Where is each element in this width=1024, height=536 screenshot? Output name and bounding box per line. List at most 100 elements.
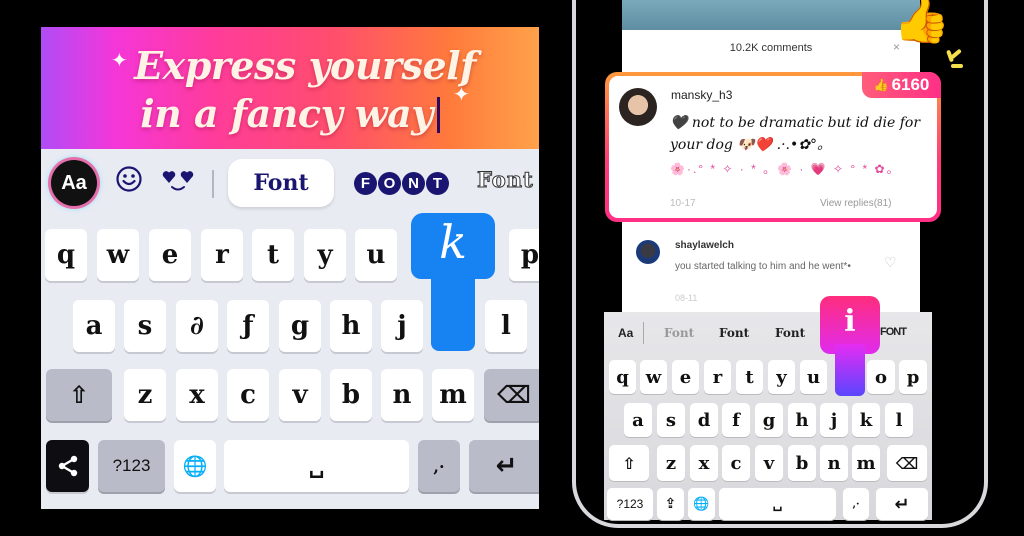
punctuation-key[interactable]: ,·	[418, 440, 460, 492]
upload-key[interactable]: ⇪	[657, 488, 684, 520]
key-d[interactable]: ∂	[176, 300, 218, 352]
keyboard-toolbar: Aa Font FONT Font	[41, 153, 539, 213]
key-p[interactable]: p	[509, 229, 539, 281]
comment-text: 🖤 not to be dramatic but id die for your…	[670, 115, 921, 153]
key-p[interactable]: p	[899, 360, 927, 394]
comments-count: 10.2K comments	[729, 42, 813, 54]
font-style-circled[interactable]: FONT	[354, 166, 449, 200]
key-n[interactable]: n	[820, 445, 848, 481]
key-x[interactable]: x	[176, 369, 218, 421]
key-c[interactable]: c	[227, 369, 269, 421]
key-m[interactable]: m	[852, 445, 880, 481]
key-z[interactable]: z	[657, 445, 685, 481]
key-w[interactable]: w	[640, 360, 667, 394]
font-style-option[interactable]: Font	[775, 326, 805, 340]
punctuation-key[interactable]: ,·	[843, 488, 869, 520]
comment-username[interactable]: shaylawelch	[675, 240, 734, 251]
key-v[interactable]: v	[279, 369, 321, 421]
key-a[interactable]: a	[624, 403, 652, 437]
font-style-option[interactable]: FONT	[880, 326, 907, 338]
globe-key[interactable]: 🌐	[688, 488, 715, 520]
font-style-option[interactable]: Font	[719, 326, 749, 340]
key-k[interactable]: k	[852, 403, 880, 437]
key-j[interactable]: j	[820, 403, 848, 437]
key-x[interactable]: x	[690, 445, 718, 481]
key-r[interactable]: r	[704, 360, 731, 394]
key-e[interactable]: e	[149, 229, 191, 281]
like-icon: 👍	[873, 78, 889, 92]
fancy-keyboard-preview: ✦ ✦ Express yourself in a fancy way Aa F…	[41, 27, 539, 509]
key-e[interactable]: e	[672, 360, 699, 394]
smiley-icon[interactable]	[115, 165, 143, 193]
headline-line-2: in a fancy way	[41, 91, 539, 136]
key-n[interactable]: n	[381, 369, 423, 421]
key-g[interactable]: g	[755, 403, 783, 437]
shift-key[interactable]: ⇧	[609, 445, 649, 481]
backspace-key[interactable]: ⌫	[887, 445, 927, 481]
share-icon	[58, 455, 77, 477]
headline-line-1: Express yourself	[134, 43, 476, 88]
key-f[interactable]: ƒ	[227, 300, 269, 352]
key-q[interactable]: q	[609, 360, 636, 394]
key-t[interactable]: t	[252, 229, 294, 281]
like-count: 6160	[891, 75, 930, 94]
key-h[interactable]: h	[330, 300, 372, 352]
font-style-serif[interactable]: Font	[228, 159, 334, 207]
comment-time: 08-11	[675, 293, 698, 303]
space-key[interactable]: ␣	[224, 440, 409, 492]
key-s[interactable]: s	[657, 403, 685, 437]
font-style-option[interactable]: Font	[664, 326, 694, 340]
symbols-key[interactable]: ?123	[98, 440, 165, 492]
avatar[interactable]	[636, 240, 660, 264]
like-icon[interactable]: ♡	[884, 254, 897, 271]
text-cursor	[436, 97, 440, 133]
like-count-badge[interactable]: 👍 6160	[862, 72, 941, 98]
key-b[interactable]: b	[330, 369, 372, 421]
key-popup-k: k	[411, 213, 495, 353]
key-f[interactable]: f	[722, 403, 750, 437]
key-r[interactable]: r	[201, 229, 243, 281]
comment-text: you started talking to him and he went*•	[675, 261, 851, 272]
popup-letter: i	[844, 304, 856, 339]
comment-decoration: 🌸·.° * ✧ · * 。🌸 · 💗 ✧ ° * ✿。	[670, 162, 901, 176]
heart-eyes-icon[interactable]	[161, 169, 195, 193]
avatar[interactable]	[619, 88, 657, 126]
space-key[interactable]: ␣	[719, 488, 836, 520]
toolbar-divider	[643, 322, 644, 344]
key-h[interactable]: h	[788, 403, 816, 437]
comment-time: 10-17	[670, 198, 696, 209]
shift-key[interactable]: ⇧	[46, 369, 112, 421]
enter-key[interactable]: ↵	[469, 440, 539, 492]
comment-username[interactable]: mansky_h3	[671, 88, 732, 102]
thumbs-up-icon: 👍	[893, 0, 951, 45]
backspace-key[interactable]: ⌫	[484, 369, 539, 421]
key-c[interactable]: c	[722, 445, 750, 481]
key-u[interactable]: u	[355, 229, 397, 281]
key-d[interactable]: d	[690, 403, 718, 437]
key-q[interactable]: q	[45, 229, 87, 281]
key-z[interactable]: z	[124, 369, 166, 421]
key-s[interactable]: s	[124, 300, 166, 352]
sparkle-mark	[951, 64, 963, 68]
view-replies-link[interactable]: View replies(81)	[820, 198, 892, 209]
key-v[interactable]: v	[755, 445, 783, 481]
key-y[interactable]: y	[304, 229, 346, 281]
symbols-key[interactable]: ?123	[607, 488, 653, 520]
key-popup-i: i	[820, 296, 880, 396]
enter-key[interactable]: ↵	[876, 488, 928, 520]
key-b[interactable]: b	[788, 445, 816, 481]
font-style-button[interactable]: Aa	[618, 326, 633, 340]
key-l[interactable]: l	[885, 403, 913, 437]
key-y[interactable]: y	[768, 360, 795, 394]
font-style-outline[interactable]: Font	[477, 167, 534, 193]
key-m[interactable]: m	[432, 369, 474, 421]
key-w[interactable]: w	[97, 229, 139, 281]
key-g[interactable]: g	[279, 300, 321, 352]
toolbar-divider	[212, 170, 214, 198]
promo-banner: ✦ ✦ Express yourself in a fancy way	[41, 27, 539, 149]
font-style-button[interactable]: Aa	[51, 160, 97, 206]
key-a[interactable]: a	[73, 300, 115, 352]
key-t[interactable]: t	[736, 360, 763, 394]
globe-key[interactable]: 🌐	[174, 440, 216, 492]
share-button[interactable]	[46, 440, 89, 492]
